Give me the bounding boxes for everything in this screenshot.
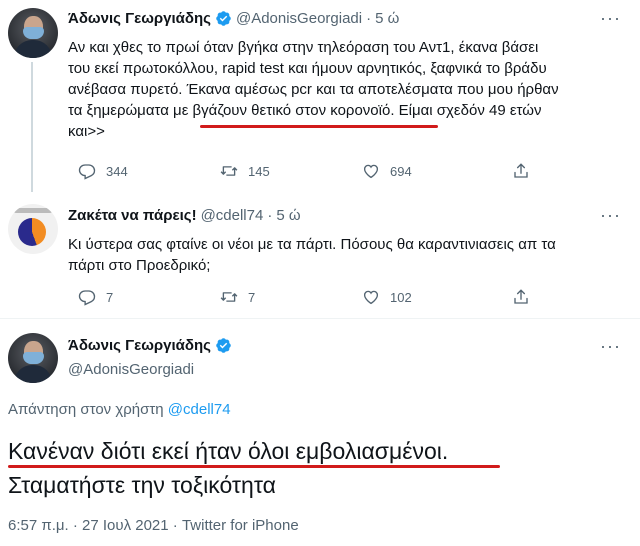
avatar-graphic-bar bbox=[14, 208, 52, 213]
tweet1-text-line: του εκεί πρωτοκόλλου, rapid test και ήμο… bbox=[68, 60, 547, 77]
like-icon bbox=[362, 162, 380, 180]
tweet3-text-line: Σταματήστε την τοξικότητα bbox=[8, 472, 276, 498]
tweet1-text-line: τα ξημερώματα με βγάζουν θετικό στον κορ… bbox=[68, 102, 542, 119]
red-underline-annotation bbox=[200, 125, 438, 128]
verified-badge-icon bbox=[215, 337, 232, 354]
more-icon[interactable]: ··· bbox=[600, 205, 621, 226]
reply-icon bbox=[78, 162, 96, 180]
tweet3-footer-meta[interactable]: 6:57 π.μ. · 27 Ιουλ 2021 · Twitter for i… bbox=[8, 517, 299, 534]
more-icon[interactable]: ··· bbox=[600, 336, 621, 357]
retweet-icon bbox=[220, 288, 238, 306]
avatar-figure-body bbox=[14, 40, 52, 58]
tweet1-retweet-count: 145 bbox=[248, 163, 270, 179]
reply-icon bbox=[78, 288, 96, 306]
tweet1-display-name[interactable]: Άδωνις Γεωργιάδης bbox=[68, 10, 211, 27]
tweet1-separator: · bbox=[366, 10, 372, 27]
avatar-cdell74[interactable] bbox=[8, 204, 58, 254]
share-icon bbox=[512, 162, 530, 180]
tweet2-separator: · bbox=[267, 207, 273, 224]
avatar-pie-graphic bbox=[18, 218, 46, 246]
reply-context: Απάντηση στον χρήστη @cdell74 bbox=[8, 401, 231, 418]
tweet2-share-button[interactable] bbox=[512, 288, 540, 306]
tweet2-reply-button[interactable]: 7 bbox=[78, 288, 113, 306]
tweet1-text-line: Αν και χθες το πρωί όταν βγήκα στην τηλε… bbox=[68, 39, 539, 56]
avatar-adonis[interactable] bbox=[8, 8, 58, 58]
tweet1-header: Άδωνις Γεωργιάδης @AdonisGeorgiadi · 5 ώ bbox=[68, 10, 399, 27]
tweet3-text: Κανέναν διότι εκεί ήταν όλοι εμβολιασμέν… bbox=[8, 434, 448, 502]
tweet2-reply-count: 7 bbox=[106, 289, 114, 305]
tweet1-share-button[interactable] bbox=[512, 162, 540, 180]
avatar-image bbox=[8, 333, 58, 383]
tweet2-retweet-count: 7 bbox=[248, 289, 256, 305]
tweet2-handle[interactable]: @cdell74 bbox=[201, 207, 264, 224]
retweet-icon bbox=[220, 162, 238, 180]
tweet3-handle-row: @AdonisGeorgiadi bbox=[68, 361, 194, 378]
tweet1-retweet-button[interactable]: 145 bbox=[220, 162, 270, 180]
tweet2-retweet-button[interactable]: 7 bbox=[220, 288, 255, 306]
tweet2-display-name[interactable]: Ζακέτα να πάρεις! bbox=[68, 207, 197, 224]
tweet2-actions: 7 7 102 bbox=[68, 287, 628, 307]
tweet3-text-line: Κανέναν διότι εκεί ήταν όλοι εμβολιασμέν… bbox=[8, 438, 449, 464]
tweet2-text-line: πάρτι στο Προεδρικό; bbox=[68, 257, 211, 274]
red-underline-annotation bbox=[8, 465, 500, 468]
tweet3-header: Άδωνις Γεωργιάδης bbox=[68, 337, 236, 354]
avatar-image bbox=[8, 204, 58, 254]
avatar-figure-body bbox=[14, 365, 52, 383]
share-icon bbox=[512, 288, 530, 306]
tweet3-handle[interactable]: @AdonisGeorgiadi bbox=[68, 361, 194, 378]
tweet2-like-count: 102 bbox=[390, 289, 412, 305]
tweet1-timestamp[interactable]: 5 ώ bbox=[375, 10, 399, 27]
avatar-figure-mask bbox=[23, 27, 44, 39]
tweet2-header: Ζακέτα να πάρεις! @cdell74 · 5 ώ bbox=[68, 207, 301, 224]
tweet1-actions: 344 145 694 bbox=[68, 161, 628, 181]
avatar-adonis[interactable] bbox=[8, 333, 58, 383]
tweet1-handle[interactable]: @AdonisGeorgiadi bbox=[236, 10, 362, 27]
avatar-image bbox=[8, 8, 58, 58]
tweet1-reply-count: 344 bbox=[106, 163, 128, 179]
tweet3-display-name[interactable]: Άδωνις Γεωργιάδης bbox=[68, 337, 211, 354]
tweet2-text: Κι ύστερα σας φταίνε οι νέοι με τα πάρτι… bbox=[68, 234, 556, 276]
tweet2-like-button[interactable]: 102 bbox=[362, 288, 412, 306]
tweet2-timestamp[interactable]: 5 ώ bbox=[276, 207, 300, 224]
reply-prefix: Απάντηση στον χρήστη bbox=[8, 401, 164, 418]
reply-mention-link[interactable]: @cdell74 bbox=[168, 401, 231, 418]
tweet1-like-count: 694 bbox=[390, 163, 412, 179]
tweet2-text-line: Κι ύστερα σας φταίνε οι νέοι με τα πάρτι… bbox=[68, 236, 556, 253]
verified-badge-icon bbox=[215, 10, 232, 27]
more-icon[interactable]: ··· bbox=[600, 8, 621, 29]
avatar-figure-mask bbox=[23, 352, 44, 364]
tweet-divider bbox=[0, 318, 640, 319]
tweet1-like-button[interactable]: 694 bbox=[362, 162, 412, 180]
like-icon bbox=[362, 288, 380, 306]
tweet1-reply-button[interactable]: 344 bbox=[78, 162, 128, 180]
tweet1-text-line: ανέβασα πυρετό. Έκανα αμέσως pcr και τα … bbox=[68, 81, 559, 98]
thread-connector-line bbox=[31, 62, 33, 192]
